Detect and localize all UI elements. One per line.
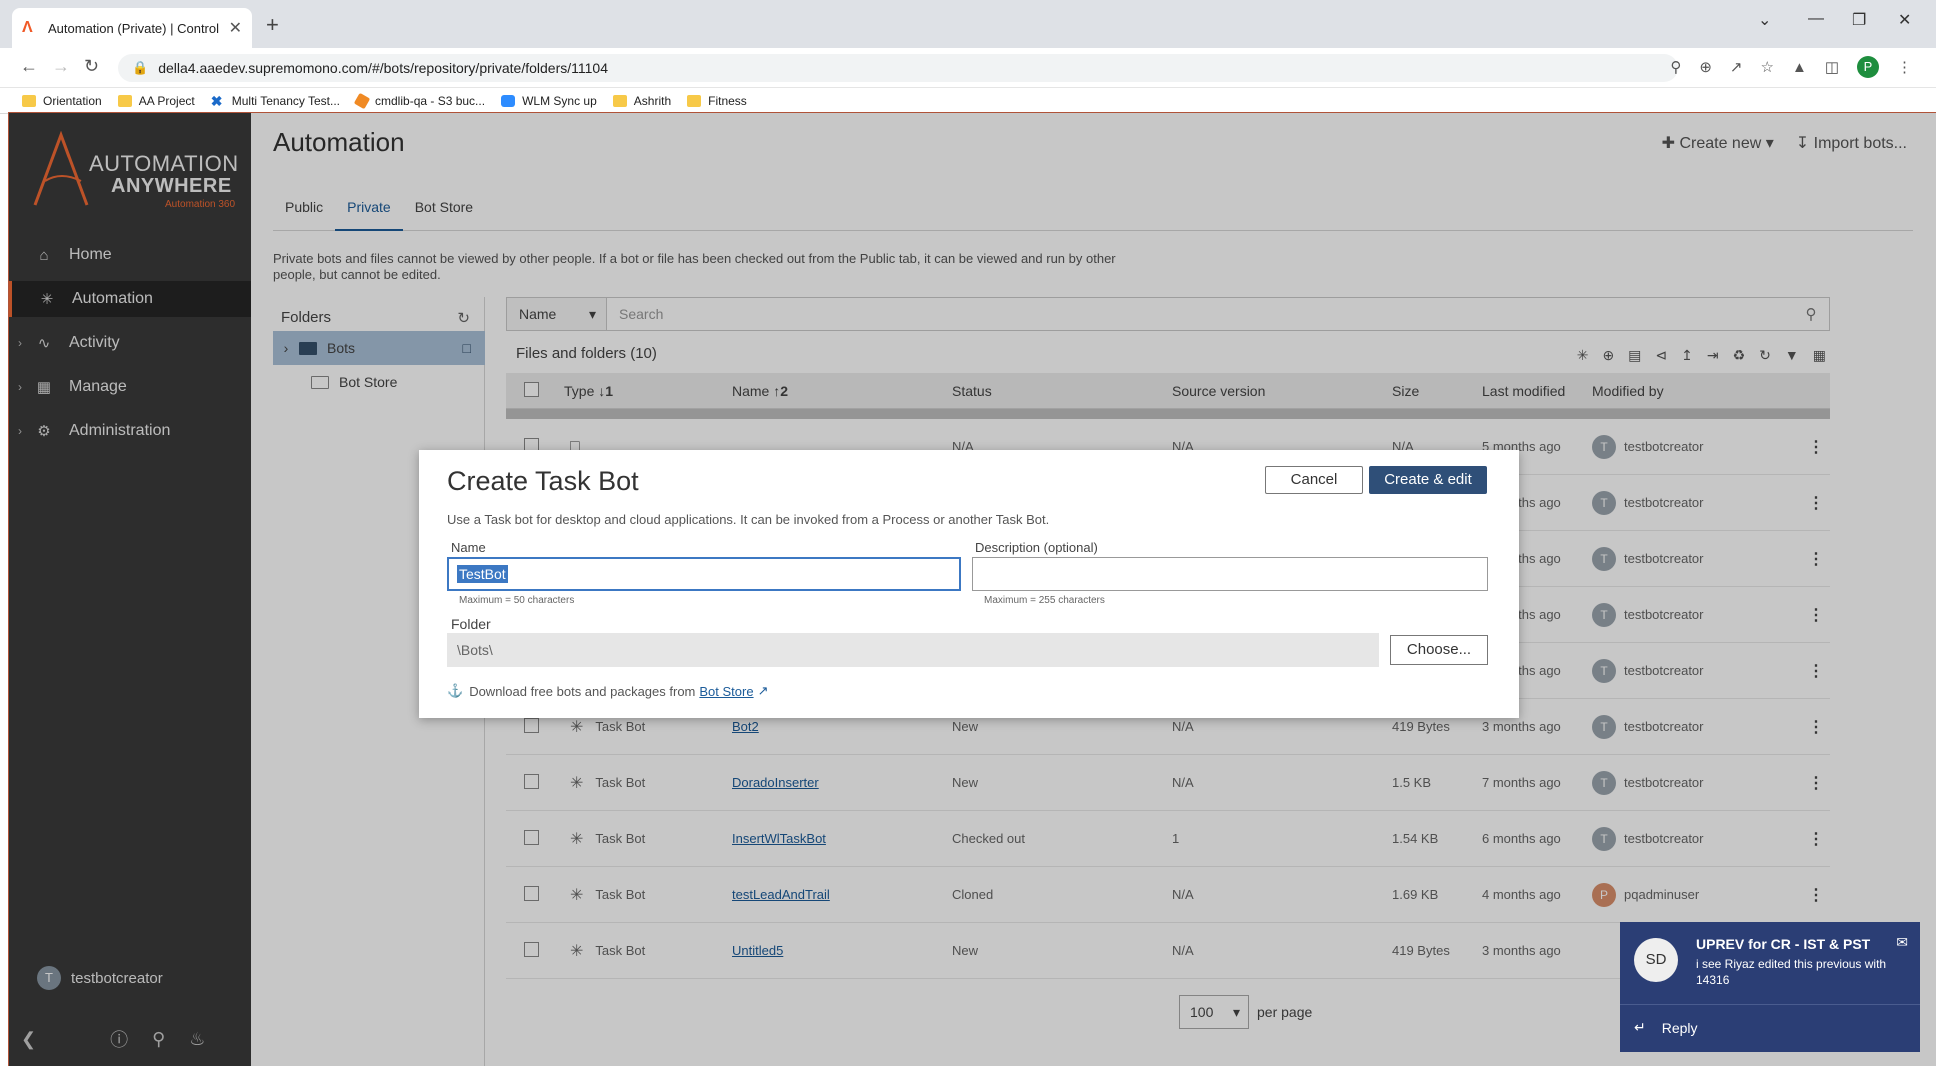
reply-label: Reply xyxy=(1661,1019,1698,1036)
minimize-icon[interactable]: — xyxy=(1808,10,1824,28)
create-task-bot-dialog: Create Task Bot Cancel Create & edit Use… xyxy=(419,450,1519,718)
reload-icon[interactable]: ↻ xyxy=(84,56,99,77)
bookmark-label: Multi Tenancy Test... xyxy=(231,93,341,108)
bookmark-label: cmdlib-qa - S3 buc... xyxy=(375,93,486,108)
dialog-title: Create Task Bot xyxy=(447,466,639,496)
notification-message: i see Riyaz edited this previous with 14… xyxy=(1696,957,1887,987)
bookmark-label: Fitness xyxy=(708,93,747,108)
bookmark-label: AA Project xyxy=(138,93,195,108)
bookmark-cmdlib[interactable]: cmdlib-qa - S3 buc... xyxy=(353,92,486,109)
tab-title: Automation (Private) | Control Ro xyxy=(48,20,223,36)
folder-icon xyxy=(612,94,627,107)
url-field[interactable]: 🔒 della4.aaedev.supremomono.com/#/bots/r… xyxy=(118,54,1678,82)
new-tab-icon[interactable]: + xyxy=(266,12,279,38)
automation-anywhere-favicon: Λ xyxy=(22,19,33,36)
restore-icon[interactable]: ❐ xyxy=(1852,10,1866,30)
browser-tabstrip: Λ Automation (Private) | Control Ro ✕ + … xyxy=(0,0,1936,48)
external-link-icon: ↗ xyxy=(757,683,769,698)
share-icon[interactable]: ↗ xyxy=(1730,58,1743,76)
folder-label: Folder xyxy=(451,616,491,632)
notification-title: UPREV for CR - IST & PST xyxy=(1696,936,1871,952)
bookmark-label: Orientation xyxy=(43,93,102,108)
name-hint: Maximum = 50 characters xyxy=(459,595,575,606)
cancel-button[interactable]: Cancel xyxy=(1265,466,1363,494)
choose-button[interactable]: Choose... xyxy=(1390,635,1488,665)
confluence-icon: ✖ xyxy=(210,92,223,109)
lock-icon: 🔒 xyxy=(132,60,149,75)
folder-icon xyxy=(687,94,702,107)
cart-icon: ⚓ xyxy=(447,683,464,698)
bookmark-orientation[interactable]: Orientation xyxy=(22,94,102,108)
close-tab-icon[interactable]: ✕ xyxy=(229,18,242,38)
screen: Λ Automation (Private) | Control Ro ✕ + … xyxy=(0,0,1936,1066)
zoom-icon xyxy=(501,94,516,107)
bookmark-fitness[interactable]: Fitness xyxy=(687,94,747,108)
reply-icon: ↵ xyxy=(1634,1019,1646,1035)
tab-search-icon[interactable]: ⌄ xyxy=(1758,10,1771,30)
bookmark-multi-tenancy[interactable]: ✖ Multi Tenancy Test... xyxy=(211,94,340,108)
forward-icon[interactable]: → xyxy=(52,56,70,77)
chat-icon: ✉ xyxy=(1896,934,1908,950)
folder-field: \Bots\ xyxy=(447,633,1379,667)
bookmark-ashrith[interactable]: Ashrith xyxy=(612,93,672,108)
chat-notification[interactable]: SD UPREV for CR - IST & PST i see Riyaz … xyxy=(1620,922,1920,1052)
name-field[interactable]: TestBot xyxy=(447,557,961,591)
menu-icon[interactable]: ⋮ xyxy=(1897,58,1912,76)
dialog-description: Use a Task bot for desktop and cloud app… xyxy=(447,512,1050,527)
download-note: ⚓ Download free bots and packages from B… xyxy=(447,683,768,699)
name-value: TestBot xyxy=(457,565,508,583)
bookmark-label: Ashrith xyxy=(633,93,672,108)
folder-icon xyxy=(22,94,36,107)
address-bar-row: ← → ↻ 🔒 della4.aaedev.supremomono.com/#/… xyxy=(0,48,1936,88)
bookmark-label: WLM Sync up xyxy=(522,93,597,108)
close-window-icon[interactable]: ✕ xyxy=(1898,10,1911,30)
download-text: Download free bots and packages from xyxy=(469,683,696,699)
description-field[interactable] xyxy=(972,557,1488,591)
bookmarks-bar: Orientation AA Project ✖ Multi Tenancy Te… xyxy=(0,88,1936,114)
folder-icon xyxy=(117,94,132,107)
name-label: Name xyxy=(451,540,486,555)
description-hint: Maximum = 255 characters xyxy=(984,595,1105,606)
star-icon[interactable]: ☆ xyxy=(1761,58,1774,76)
zoom-icon[interactable]: ⊕ xyxy=(1699,58,1712,76)
browser-tab[interactable]: Λ Automation (Private) | Control Ro ✕ xyxy=(12,8,252,48)
description-label: Description (optional) xyxy=(975,540,1098,555)
extensions-icon[interactable]: ▲ xyxy=(1792,59,1807,76)
bot-store-link[interactable]: Bot Store xyxy=(699,684,753,699)
url-text: della4.aaedev.supremomono.com/#/bots/rep… xyxy=(158,60,608,76)
back-icon[interactable]: ← xyxy=(20,56,38,77)
address-bar-icons: ⚲ ⊕ ↗ ☆ ▲ ◫ P ⋮ xyxy=(1670,56,1912,78)
reply-button[interactable]: ↵ Reply xyxy=(1620,1004,1920,1050)
profile-avatar[interactable]: P xyxy=(1857,56,1879,78)
folder-value: \Bots\ xyxy=(457,642,493,658)
sidepanel-icon[interactable]: ◫ xyxy=(1825,58,1839,76)
bookmark-wlm[interactable]: WLM Sync up xyxy=(501,94,597,108)
avatar: SD xyxy=(1634,938,1678,982)
key-icon[interactable]: ⚲ xyxy=(1670,58,1681,76)
create-and-edit-button[interactable]: Create & edit xyxy=(1369,466,1487,494)
aws-icon xyxy=(353,92,371,109)
bookmark-aa-project[interactable]: AA Project xyxy=(117,93,195,108)
